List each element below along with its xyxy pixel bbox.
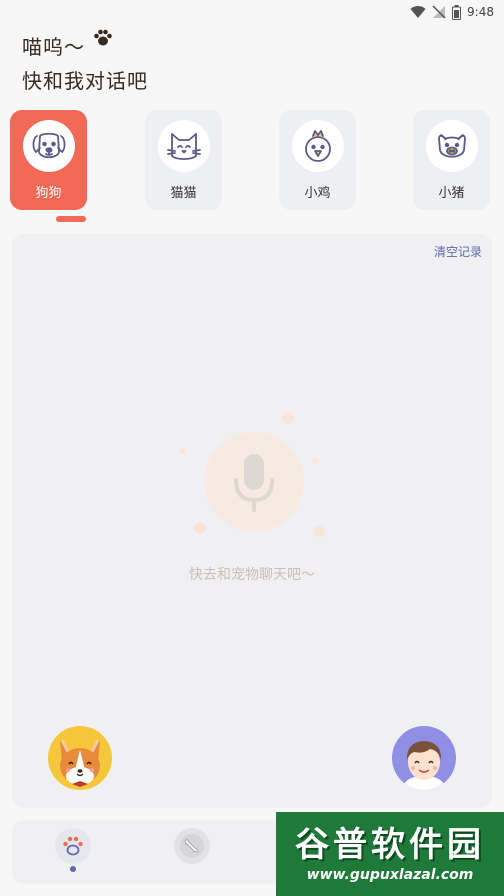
active-tab-indicator (56, 216, 86, 222)
tab-chick[interactable]: 小鸡 (279, 110, 356, 210)
status-bar: 9:48 (0, 0, 504, 24)
chick-icon (291, 120, 344, 172)
decor-dot (312, 458, 318, 464)
cat-icon (157, 120, 210, 172)
decor-dot (282, 412, 294, 424)
wifi-icon (410, 5, 426, 19)
watermark-url: www.gupuxlazal.com (306, 867, 474, 883)
decor-dot (314, 526, 325, 537)
greeting-line-1: 喵呜～ (22, 35, 85, 59)
user-avatar-button[interactable] (392, 726, 456, 790)
chat-panel: 清空记录 快去和宠物聊天吧～ (12, 234, 492, 808)
empty-illustration (162, 404, 342, 584)
clock-time: 9:48 (467, 5, 494, 19)
greeting: 喵呜～ 快和我对话吧 (22, 29, 148, 98)
user-avatar-icon (402, 741, 446, 790)
tab-cat[interactable]: 猫猫 (145, 110, 222, 210)
active-nav-indicator (70, 866, 76, 872)
pet-avatar-button[interactable] (48, 726, 112, 790)
tab-cat-label: 猫猫 (170, 186, 197, 201)
corgi-avatar-icon (60, 739, 100, 787)
nav-item-bone[interactable] (174, 828, 210, 864)
watermark: 谷普软件园 www.gupuxlazal.com (276, 812, 504, 896)
tab-dog[interactable]: 狗狗 (10, 110, 87, 210)
decor-dot (194, 522, 206, 534)
tab-pig[interactable]: 小猪 (413, 110, 490, 210)
pig-icon (425, 120, 478, 172)
watermark-title: 谷普软件园 (295, 825, 485, 865)
bone-icon (180, 834, 204, 858)
greeting-line-2: 快和我对话吧 (22, 69, 148, 93)
no-signal-icon (432, 5, 446, 19)
decor-dot (180, 448, 186, 454)
paw-decoration-icon (93, 23, 113, 57)
dog-icon (22, 120, 75, 172)
tab-pig-label: 小猪 (438, 186, 465, 201)
paw-icon (63, 836, 83, 856)
empty-state-text: 快去和宠物聊天吧～ (189, 567, 315, 583)
microphone-icon (204, 432, 304, 532)
clear-history-button[interactable]: 清空记录 (434, 243, 482, 260)
pet-tabs: 狗狗 猫猫 小鸡 小猪 (10, 110, 504, 222)
nav-item-pets[interactable] (55, 828, 91, 864)
tab-chick-label: 小鸡 (304, 186, 331, 201)
battery-icon (452, 4, 462, 20)
tab-dog-label: 狗狗 (35, 186, 62, 201)
